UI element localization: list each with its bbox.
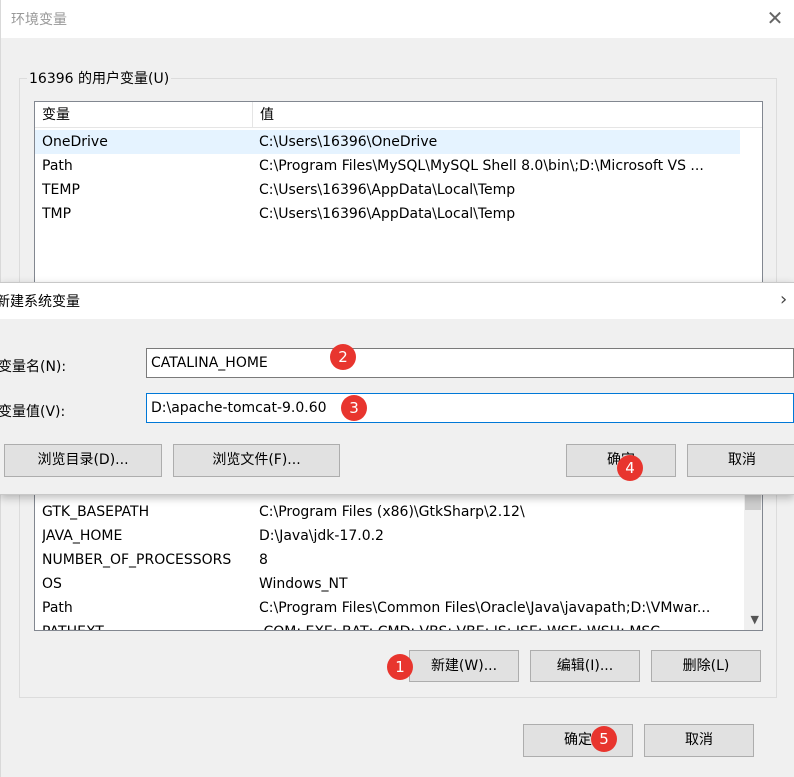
variable-name: TEMP [42,182,80,198]
variable-name: JAVA_HOME [42,528,123,544]
user-variables-list[interactable]: 变量 值 OneDrive C:\Users\16396\OneDrive Pa… [34,101,763,291]
list-item[interactable]: GTK_BASEPATH C:\Program Files (x86)\GtkS… [35,500,762,524]
variable-value: .COM;.EXE;.BAT;.CMD;.VBS;.VBE;.JS;.JSE;.… [259,620,739,630]
variable-value: Windows_NT [259,576,348,592]
variable-name-field[interactable]: CATALINA_HOME [146,348,794,378]
variable-name: PATHEXT [42,620,252,630]
list-item[interactable]: OS Windows_NT [35,572,762,596]
close-icon[interactable]: ✕ [763,6,787,30]
new-system-variable-dialog: 新建系统变量 › 变量名(N): CATALINA_HOME 2 变量值(V):… [0,282,794,495]
variable-value-label: 变量值(V): [0,404,66,420]
edit-button[interactable]: 编辑(I)... [530,650,640,682]
variable-name: GTK_BASEPATH [42,504,150,520]
delete-button[interactable]: 删除(L) [651,650,761,682]
list-item[interactable]: TEMP C:\Users\16396\AppData\Local\Temp [35,178,762,202]
chevron-down-icon[interactable]: ▼ [751,613,759,626]
new-dialog-title: 新建系统变量 [0,294,80,310]
variable-value: C:\Program Files (x86)\GtkSharp\2.12\ [259,504,525,520]
variable-value: C:\Users\16396\AppData\Local\Temp [259,206,516,222]
list-item[interactable]: PATHEXT .COM;.EXE;.BAT;.CMD;.VBS;.VBE;.J… [35,620,762,630]
list-item[interactable]: Path C:\Program Files\Common Files\Oracl… [35,596,762,620]
cancel-button[interactable]: 取消 [644,724,754,757]
browse-directory-button[interactable]: 浏览目录(D)... [4,444,162,477]
variable-name: NUMBER_OF_PROCESSORS [42,552,232,568]
variable-value: D:\Java\jdk-17.0.2 [259,528,384,544]
vertical-scrollbar[interactable]: ▼ [744,486,762,630]
dialog-title: 环境变量 [11,12,67,28]
variable-name: OneDrive [42,134,108,150]
variable-name: OS [42,576,62,592]
variable-name: Path [42,158,73,174]
chevron-right-icon[interactable]: › [780,289,787,310]
column-header-variable[interactable]: 变量 [35,102,253,128]
browse-file-button[interactable]: 浏览文件(F)... [173,444,340,477]
user-variables-group-label: 16396 的用户变量(U) [27,68,172,88]
variable-name: Path [42,600,73,616]
step-badge-2: 2 [330,344,356,370]
list-item[interactable]: Path C:\Program Files\MySQL\MySQL Shell … [35,154,762,178]
title-bar: 环境变量 ✕ [1,0,794,38]
variable-value: C:\Program Files\MySQL\MySQL Shell 8.0\b… [259,158,704,174]
variable-value-field[interactable]: D:\apache-tomcat-9.0.60 [146,393,794,423]
step-badge-3: 3 [341,395,367,421]
list-item[interactable]: JAVA_HOME D:\Java\jdk-17.0.2 [35,524,762,548]
new-button[interactable]: 新建(W)... [409,650,519,682]
step-badge-1: 1 [387,654,413,680]
list-item[interactable]: NUMBER_OF_PROCESSORS 8 [35,548,762,572]
step-badge-5: 5 [591,726,617,752]
new-dialog-title-bar: 新建系统变量 › [0,283,794,319]
variable-value: C:\Users\16396\AppData\Local\Temp [259,182,516,198]
step-badge-4: 4 [617,455,643,481]
variable-value: C:\Program Files\Common Files\Oracle\Jav… [259,600,711,616]
list-item[interactable]: OneDrive C:\Users\16396\OneDrive [35,130,740,154]
variable-value: C:\Users\16396\OneDrive [259,134,438,150]
variable-name: TMP [42,206,72,222]
variable-name-label: 变量名(N): [0,359,67,375]
column-header-value[interactable]: 值 [253,102,762,128]
new-dialog-cancel-button[interactable]: 取消 [687,444,794,477]
list-item[interactable]: TMP C:\Users\16396\AppData\Local\Temp [35,202,762,226]
system-variables-list[interactable]: GTK_BASEPATH C:\Program Files (x86)\GtkS… [34,485,763,631]
variable-value: 8 [259,552,268,568]
